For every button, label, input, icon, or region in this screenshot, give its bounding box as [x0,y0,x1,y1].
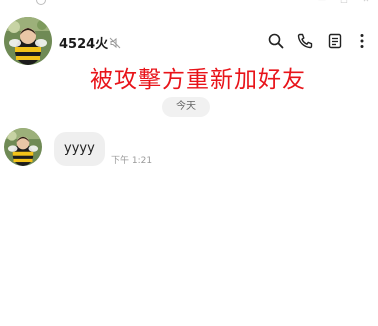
chat-window: — □ ✕ 4524火 [0,0,378,326]
phone-icon[interactable] [297,33,313,49]
message-bubble[interactable]: yyyy [54,132,105,166]
more-vertical-icon[interactable] [354,33,370,49]
bee-costume-avatar-image [4,17,52,65]
notes-icon[interactable] [327,33,343,49]
minimize-icon[interactable]: — [318,0,326,4]
overlay-caption: 被攻擊方重新加好友 [90,67,306,93]
search-icon[interactable] [268,33,284,49]
message-timestamp: 下午 1:21 [111,156,153,166]
window-titlebar: — □ ✕ [0,0,378,8]
close-icon[interactable]: ✕ [362,0,370,4]
maximize-icon[interactable]: □ [340,0,348,4]
bee-costume-avatar-image [4,128,42,166]
contact-name: 4524火 [59,37,109,52]
date-divider: 今天 [162,97,210,117]
message-row: yyyy 下午 1:21 [0,126,378,170]
sender-avatar[interactable] [4,128,42,166]
window-circle-icon [36,0,46,5]
contact-avatar[interactable] [4,17,52,65]
mute-icon [109,34,121,49]
